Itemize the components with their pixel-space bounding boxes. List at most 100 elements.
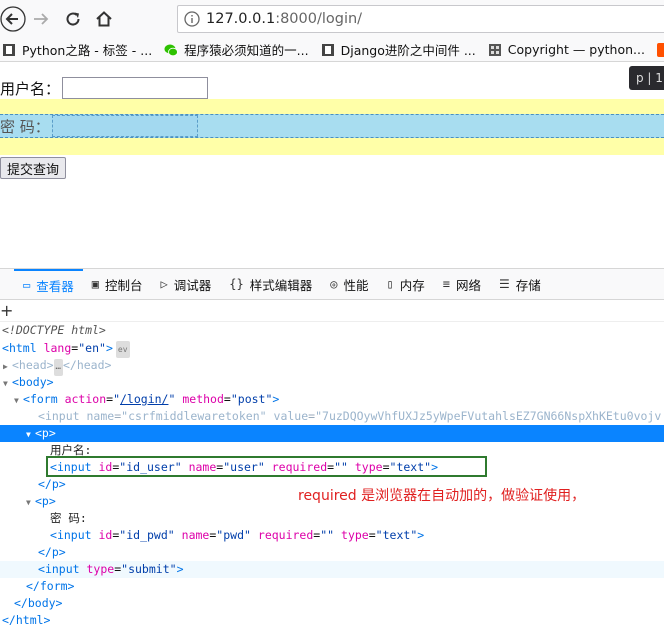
- url-host: 127.0.0.1: [206, 11, 276, 27]
- tag-text: </form>: [26, 579, 75, 593]
- bookmark-item[interactable]: Python之路 - 标签 - ...: [2, 40, 152, 59]
- tree-line-doctype[interactable]: <!DOCTYPE html>: [0, 322, 664, 339]
- password-row-highlight: 密 码：: [0, 99, 664, 155]
- storage-icon: ☰: [498, 277, 510, 291]
- performance-icon: ◎: [330, 277, 338, 291]
- tag-text: </body>: [14, 596, 63, 610]
- tag-text: </html>: [2, 613, 51, 627]
- reload-button[interactable]: [60, 6, 86, 32]
- tag-name: input: [44, 562, 80, 576]
- tree-line-head[interactable]: ▶ <head>… </head>: [0, 357, 664, 376]
- submit-button[interactable]: 提交查询: [0, 157, 67, 179]
- tab-storage[interactable]: ☰ 存储: [490, 269, 550, 299]
- annotation-note: required 是浏览器在自动加的，做验证使用，: [298, 488, 586, 504]
- attr-name: required: [257, 528, 314, 542]
- address-bar[interactable]: 127.0.0.1:8000/login/: [177, 5, 664, 33]
- attr-name: name: [181, 528, 210, 542]
- back-button[interactable]: [0, 6, 26, 32]
- debugger-icon: ▷: [160, 277, 168, 291]
- password-label: 密 码：: [0, 117, 50, 136]
- attr-value-link[interactable]: /login/: [120, 392, 168, 406]
- console-icon: ▣: [91, 277, 99, 291]
- home-button[interactable]: [91, 6, 117, 32]
- collapse-arrow-icon[interactable]: ▼: [14, 392, 23, 409]
- bookmark-item[interactable]: 程序猿必须知道的一...: [164, 40, 309, 59]
- tree-line-html-close[interactable]: </html>: [0, 612, 664, 629]
- tree-line-input-pwd[interactable]: <input id="id_pwd" name="pwd" required="…: [0, 527, 664, 544]
- attr-name: lang: [43, 341, 72, 355]
- inspector-icon: ▭: [23, 278, 31, 292]
- tree-line-body[interactable]: ▼ <body>: [0, 374, 664, 391]
- style-editor-icon: {}: [229, 277, 244, 291]
- tag-name: html: [8, 341, 37, 355]
- username-label: 用户名：: [0, 79, 61, 98]
- taobao-icon: [656, 42, 664, 57]
- tab-memory[interactable]: ▯ 内存: [377, 269, 433, 299]
- bookmarks-toolbar: Python之路 - 标签 - ... 程序猿必须知道的一... Django进…: [0, 38, 664, 62]
- site-info-icon[interactable]: [178, 11, 206, 27]
- forward-button[interactable]: [28, 6, 54, 32]
- tab-label: 查看器: [36, 278, 74, 294]
- attr-name: type: [341, 528, 369, 542]
- element-badge: p | 1: [629, 66, 664, 90]
- devtools-toolbar: ▭ 查看器 ▣ 控制台 ▷ 调试器 {} 样式编辑器 ◎ 性能 ▯ 内存 ≡ 网…: [0, 268, 664, 300]
- tag-text: </head>: [62, 358, 112, 372]
- page-content: 用户名： 密 码： 提交查询: [0, 62, 664, 267]
- tab-debugger[interactable]: ▷ 调试器: [152, 269, 221, 299]
- username-row: 用户名：: [0, 76, 209, 100]
- tag-text: <p>: [35, 426, 56, 440]
- tab-console[interactable]: ▣ 控制台: [83, 269, 152, 299]
- tag-name: input: [44, 409, 80, 423]
- tree-line-form-close[interactable]: </form>: [0, 578, 664, 595]
- tree-line-input-submit[interactable]: <input type="submit">: [0, 561, 664, 578]
- collapse-arrow-icon[interactable]: ▼: [3, 375, 12, 392]
- collapse-arrow-icon[interactable]: ▼: [26, 426, 35, 443]
- collapse-arrow-icon[interactable]: ▼: [26, 494, 35, 511]
- tree-line-p-selected[interactable]: ▼ <p>: [0, 425, 664, 442]
- username-input[interactable]: [62, 77, 209, 99]
- tag-text: <head>: [12, 358, 54, 372]
- highlight-box: [46, 456, 487, 477]
- bookmark-label: Python之路 - 标签 - ...: [22, 43, 153, 58]
- tree-line-csrf-input[interactable]: <input name="csrfmiddlewaretoken" value=…: [0, 408, 664, 425]
- bookmark-label: 程序猿必须知道的一...: [184, 43, 309, 58]
- password-row: 密 码：: [0, 114, 664, 138]
- attr-value: submit: [128, 562, 170, 576]
- network-icon: ≡: [442, 277, 450, 291]
- attr-name: value: [273, 409, 309, 423]
- devtools-subtoolbar: [0, 300, 664, 322]
- tree-line-pwd-text[interactable]: 密 码:: [0, 510, 664, 527]
- attr-value: csrfmiddlewaretoken: [128, 409, 260, 423]
- back-arrow-icon: [0, 6, 26, 32]
- attr-name: action: [64, 392, 107, 406]
- tree-line-html[interactable]: <html lang="en"> ev: [0, 340, 664, 358]
- event-badge[interactable]: ev: [115, 341, 130, 358]
- attr-name: name: [86, 409, 115, 423]
- bookmark-item[interactable]: Copyright — python...: [488, 42, 645, 57]
- forward-arrow-icon: [34, 13, 49, 25]
- tab-label: 存储: [515, 277, 541, 293]
- tab-inspector[interactable]: ▭ 查看器: [14, 269, 83, 299]
- bookmark-item[interactable]: Django进阶之中间件 ...: [321, 40, 476, 59]
- password-input[interactable]: [51, 115, 198, 137]
- attr-value: text: [382, 528, 411, 542]
- add-node-icon[interactable]: +: [0, 300, 13, 322]
- tree-line-form[interactable]: ▼ <form action="/login/" method="post">: [0, 391, 664, 408]
- text-node: 用户名:: [50, 443, 92, 457]
- tab-label: 样式编辑器: [249, 277, 313, 293]
- tab-performance[interactable]: ◎ 性能: [321, 269, 377, 299]
- tab-style-editor[interactable]: {} 样式编辑器: [220, 269, 321, 299]
- url-text: 127.0.0.1:8000/login/: [206, 11, 362, 27]
- url-path: :8000/login/: [275, 11, 363, 27]
- memory-icon: ▯: [386, 277, 394, 291]
- tree-line-body-close[interactable]: </body>: [0, 595, 664, 612]
- doctype-text: <!DOCTYPE html>: [2, 323, 106, 337]
- python-icon: [488, 43, 502, 57]
- tag-text: </p>: [38, 545, 66, 559]
- tab-network[interactable]: ≡ 网络: [434, 269, 490, 299]
- bookmark-item[interactable]: 淘: [656, 40, 664, 59]
- tree-line-p2-close[interactable]: </p>: [0, 544, 664, 561]
- attr-name: method: [182, 392, 224, 406]
- expand-arrow-icon[interactable]: ▶: [3, 358, 12, 375]
- bookmark-page-icon: [321, 43, 335, 57]
